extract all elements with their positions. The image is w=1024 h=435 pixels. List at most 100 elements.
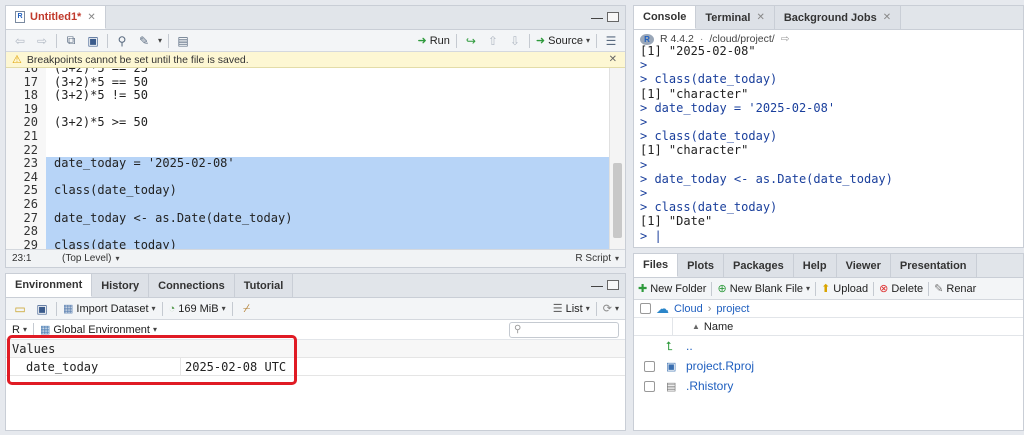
source-label: Source [548,34,583,47]
file-checkbox[interactable] [644,380,655,392]
table-icon: ▦ [63,303,74,315]
show-in-window-icon[interactable]: ⧉ [63,33,79,49]
console-line: > [640,157,648,172]
history-file-icon: ▤ [666,380,677,393]
code-line: 21 [6,129,609,144]
outline-icon[interactable]: ☰ [603,33,619,49]
divider [711,281,713,296]
annotation-box [7,335,297,385]
environment-label: Global Environment [53,323,150,336]
import-dataset-button[interactable]: ▦ Import Dataset ▾ [63,302,156,316]
window-controls [591,12,619,22]
minimize-icon[interactable] [591,18,603,22]
chevron-down-icon: ▾ [151,304,156,313]
up-arrow-icon[interactable]: ⇧ [485,33,501,49]
tab-terminal[interactable]: Terminal ✕ [696,6,775,29]
chevron-down-icon: ▾ [806,284,811,293]
tab-viewer[interactable]: Viewer [836,254,891,277]
scope-selector[interactable]: (Top Level) ▾ [62,253,119,264]
upload-button[interactable]: ⬆ Upload [821,282,868,296]
scrollbar-thumb[interactable] [613,163,622,238]
new-folder-label: New Folder [650,282,707,295]
tab-environment[interactable]: Environment [6,274,93,297]
close-icon[interactable]: ✕ [87,12,95,23]
editor-status-bar: 23:1 (Top Level) ▾ R Script ▾ [6,249,625,267]
open-folder-icon[interactable]: ▭ [12,301,28,317]
forward-arrow-icon[interactable]: ⇨ [34,33,50,49]
back-arrow-icon[interactable]: ⇦ [12,33,28,49]
breadcrumb-project[interactable]: project [716,303,749,315]
filetype-selector[interactable]: R Script ▾ [575,253,619,264]
environment-pane: Environment History Connections Tutorial… [5,273,626,431]
tab-background-jobs[interactable]: Background Jobs ✕ [774,6,902,29]
r-logo-icon: R [640,33,654,45]
parent-directory-link: .. [686,339,693,353]
tab-connections[interactable]: Connections [149,274,235,297]
maximize-icon[interactable] [607,280,619,290]
console-line: > date_today <- as.Date(date_today) [640,171,893,186]
run-button[interactable]: ➜ Run [418,34,450,48]
refresh-button[interactable]: ⟳ ▾ [603,302,619,315]
close-icon[interactable]: ✕ [883,12,891,23]
minimize-icon[interactable] [591,286,603,290]
editor-scrollbar[interactable] [609,68,625,251]
console-output[interactable]: [1] "2025-02-08" > > class(date_today) [1] … [640,44,1023,247]
chevron-down-icon: ▾ [115,254,120,263]
notebook-icon[interactable]: ▤ [175,33,191,49]
upload-icon: ⬆ [821,283,831,295]
broom-icon[interactable]: ⌿ [239,301,255,317]
divider [168,33,170,48]
file-name: .Rhistory [686,379,734,393]
memory-label: 169 MiB [178,302,219,315]
rerun-icon[interactable]: ↪ [463,33,479,49]
column-name-header[interactable]: Name [704,321,733,333]
new-folder-button[interactable]: ✚ New Folder [638,282,707,296]
down-arrow-icon[interactable]: ⇩ [507,33,523,49]
file-row[interactable]: ▤ .Rhistory [634,376,1023,396]
search-input[interactable]: ⚲ [509,321,619,338]
magic-wand-icon[interactable]: ✎ [136,33,152,49]
tab-tutorial[interactable]: Tutorial [234,274,294,297]
tab-plots[interactable]: Plots [678,254,724,277]
file-checkbox[interactable] [644,360,655,372]
select-all-checkbox[interactable] [640,303,651,314]
warning-icon: ⚠ [12,54,22,66]
file-row-parent[interactable]: ⮤ .. [634,336,1023,356]
close-icon[interactable]: ✕ [756,12,764,23]
tab-help[interactable]: Help [793,254,837,277]
editor-tabbar: R Untitled1* ✕ [6,6,625,30]
language-selector[interactable]: R ▾ [12,324,27,336]
maximize-icon[interactable] [607,12,619,22]
tab-console[interactable]: Console [634,6,697,29]
memory-usage[interactable]: ◔ 169 MiB ▾ [169,303,226,315]
tab-presentation[interactable]: Presentation [890,254,977,277]
new-blank-file-button[interactable]: ⊕ New Blank File ▾ [717,282,811,296]
chevron-down-icon: ▾ [221,304,226,313]
view-mode-selector[interactable]: ☰ List ▾ [552,302,590,316]
save-icon[interactable]: ▣ [34,301,50,317]
files-pane: Files Plots Packages Help Viewer Present… [633,253,1024,431]
line-number: 19 [6,102,46,117]
tab-history[interactable]: History [92,274,150,297]
rproj-icon: ▣ [666,360,677,373]
breadcrumb-cloud[interactable]: Cloud [674,303,703,315]
tab-untitled1[interactable]: R Untitled1* ✕ [6,6,106,29]
tab-files[interactable]: Files [634,254,679,277]
file-row[interactable]: ▣ project.Rproj [634,356,1023,376]
code-editor[interactable]: 16 (3+2)*5 == 25 17 (3+2)*5 == 50 18 (3+2)*5 … [6,68,609,251]
tab-packages[interactable]: Packages [723,254,794,277]
save-icon[interactable]: ▣ [85,33,101,49]
code-text: (3+2)*5 != 50 [54,88,148,103]
code-line: 26 [6,197,609,212]
delete-button[interactable]: ⊗ Delete [879,282,924,296]
delete-label: Delete [891,282,924,295]
chevron-down-icon[interactable]: ▾ [158,36,162,45]
line-number: 25 [6,184,46,198]
list-icon: ☰ [552,303,563,315]
source-button[interactable]: ➜ Source ▾ [536,34,590,48]
close-icon[interactable]: ✕ [609,54,617,65]
chevron-down-icon: ▾ [152,325,157,334]
rename-button[interactable]: ✎ Renar [934,282,976,296]
search-icon[interactable]: ⚲ [114,33,130,49]
